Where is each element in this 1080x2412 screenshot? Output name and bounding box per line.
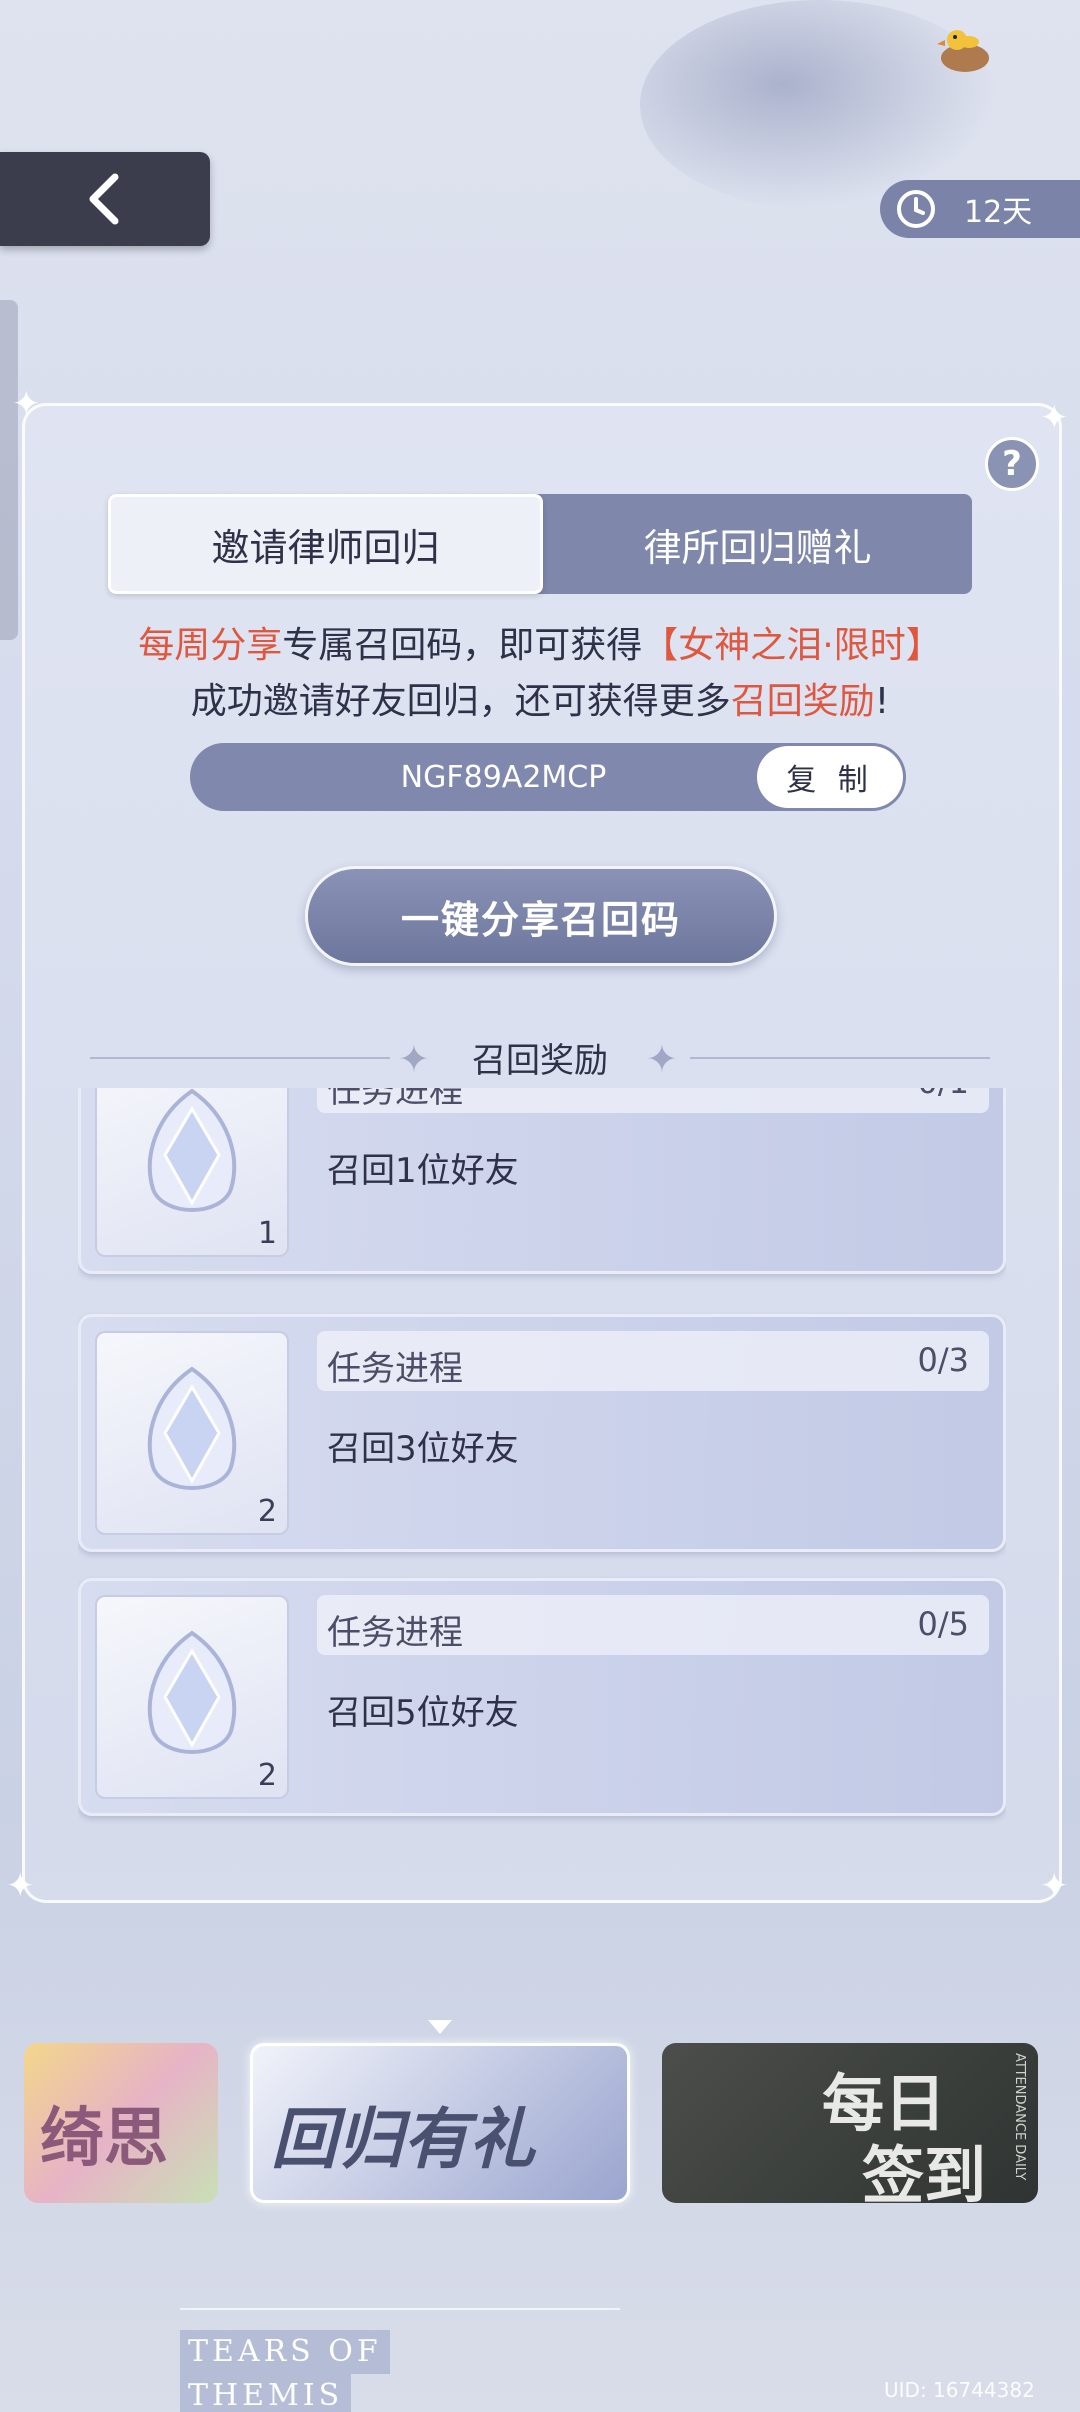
brand-line-1: TEARS OF: [180, 2330, 390, 2374]
divider: [180, 2308, 620, 2310]
share-code-button[interactable]: 一键分享召回码: [305, 866, 777, 966]
time-remaining-badge: 12天: [880, 180, 1080, 238]
back-button[interactable]: [0, 152, 210, 246]
nav-item-qisi[interactable]: 绮思: [24, 2043, 218, 2203]
brand-line-2: THEMIS: [180, 2374, 352, 2412]
description-line-2: 成功邀请好友回归，还可获得更多召回奖励!: [0, 672, 1080, 724]
tab-invite-lawyer[interactable]: 邀请律师回归: [108, 494, 543, 594]
timer-text: 12天: [964, 195, 1033, 230]
uid-label: UID: 16744382: [884, 2378, 1035, 2402]
nav-label: 签到: [862, 2139, 987, 2203]
progress-bar: 任务进程 0/1: [317, 1088, 989, 1113]
nav-item-return-gift[interactable]: 回归有礼: [250, 2043, 630, 2203]
nav-label: 回归有礼: [271, 2100, 535, 2178]
tab-firm-return-gift[interactable]: 律所回归赠礼: [543, 494, 972, 594]
description-text: !: [874, 681, 890, 722]
task-list[interactable]: 1 任务进程 0/1 召回1位好友 2 任务进程 0/3 召回3位好友 2: [78, 1088, 1006, 1828]
task-name: 召回3位好友: [327, 1429, 519, 1469]
chevron-left-icon: [89, 173, 119, 225]
description-text: 专属召回码，即可获得: [282, 625, 643, 666]
reward-count: 1: [257, 1216, 277, 1251]
reward-item[interactable]: 2: [95, 1331, 289, 1535]
sparkle-icon: ✦: [6, 1866, 35, 1906]
recall-code: NGF89A2MCP: [400, 759, 607, 795]
task-card: 1 任务进程 0/1 召回1位好友: [78, 1088, 1006, 1274]
tab-bar: 邀请律师回归 律所回归赠礼: [108, 494, 972, 594]
progress-label: 任务进程: [327, 1088, 463, 1111]
progress-value: 0/5: [917, 1605, 970, 1643]
rewards-header: ✦ ✦ 召回奖励: [0, 1033, 1080, 1083]
progress-value: 0/3: [917, 1341, 970, 1379]
copy-button[interactable]: 复 制: [757, 746, 903, 808]
reward-item[interactable]: 2: [95, 1595, 289, 1799]
sparkle-icon: ✦: [12, 384, 41, 424]
task-card: 2 任务进程 0/3 召回3位好友: [78, 1314, 1006, 1552]
duck-icon[interactable]: [935, 18, 993, 76]
reward-count: 2: [257, 1758, 277, 1793]
tear-gem-icon: [147, 1630, 237, 1754]
brand-logo: TEARS OF THEMIS: [180, 2330, 390, 2412]
selected-indicator-icon: [428, 2020, 452, 2034]
help-button[interactable]: ?: [985, 437, 1039, 491]
side-drawer-handle[interactable]: [0, 300, 18, 640]
event-nav: 绮思 回归有礼 每日 签到 ATTENDANCE DAILY: [0, 2043, 1080, 2213]
task-name: 召回1位好友: [327, 1151, 519, 1191]
tear-gem-icon: [147, 1366, 237, 1490]
nav-label: 绮思: [40, 2101, 168, 2176]
task-card: 2 任务进程 0/5 召回5位好友: [78, 1578, 1006, 1816]
progress-bar: 任务进程 0/3: [317, 1331, 989, 1391]
recall-code-bar: NGF89A2MCP 复 制: [190, 743, 906, 811]
sparkle-icon: ✦: [1040, 398, 1069, 438]
description-line-1: 每周分享专属召回码，即可获得【女神之泪·限时】: [0, 616, 1080, 668]
rewards-title: 召回奖励: [472, 1041, 608, 1081]
progress-label: 任务进程: [327, 1349, 463, 1389]
sparkle-icon: ✦: [1040, 1866, 1069, 1906]
progress-value: 0/1: [918, 1088, 970, 1101]
recall-rewards-highlight: 召回奖励: [730, 681, 875, 722]
description-text: 成功邀请好友回归，还可获得更多: [190, 681, 731, 722]
clock-icon: [897, 190, 935, 228]
nav-item-daily-attendance[interactable]: 每日 签到 ATTENDANCE DAILY: [662, 2043, 1038, 2203]
reward-count: 2: [257, 1494, 277, 1529]
nav-sublabel: ATTENDANCE DAILY: [1012, 2053, 1027, 2181]
task-name: 召回5位好友: [327, 1693, 519, 1733]
progress-label: 任务进程: [327, 1613, 463, 1653]
weekly-share-text: 每周分享: [138, 625, 283, 666]
reward-item[interactable]: 1: [95, 1088, 289, 1257]
tear-gem-icon: [147, 1088, 237, 1212]
reward-highlight: 【女神之泪·限时】: [642, 625, 942, 666]
progress-bar: 任务进程 0/5: [317, 1595, 989, 1655]
